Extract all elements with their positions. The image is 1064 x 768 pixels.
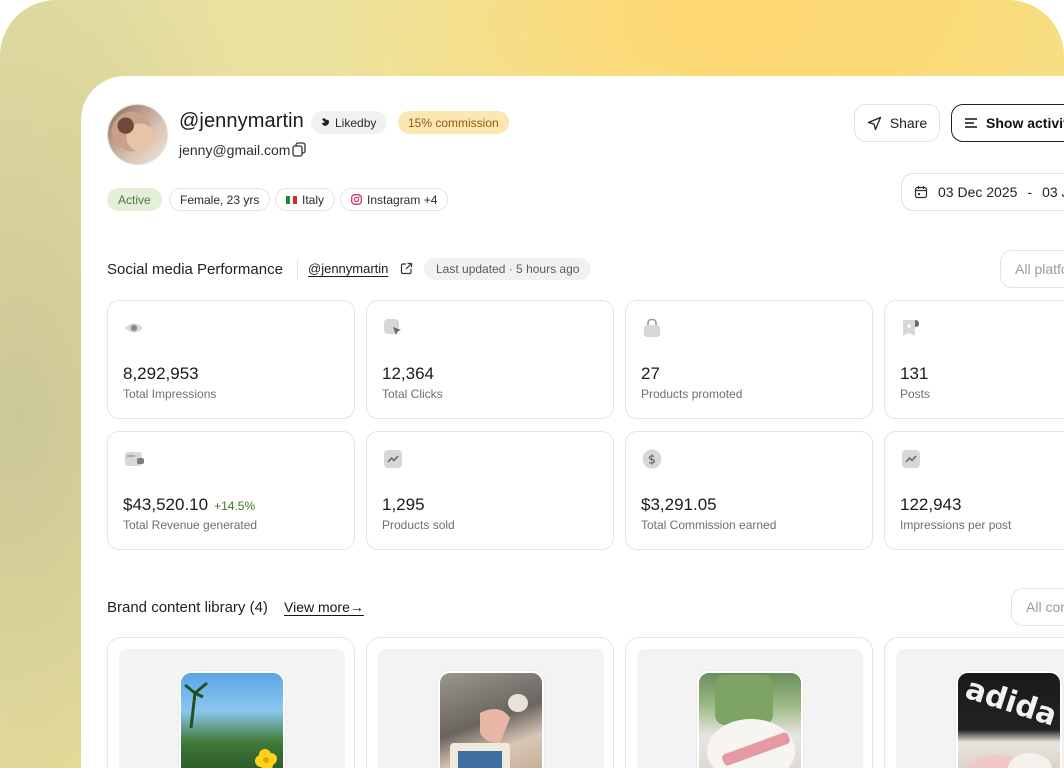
social-handle-link[interactable]: @jennymartin xyxy=(308,261,388,276)
send-icon xyxy=(867,116,881,130)
wallet-icon xyxy=(125,452,144,466)
profile-username: @jennymartin xyxy=(179,110,304,132)
content-card-preview xyxy=(637,649,863,768)
content-filter-select[interactable]: All con xyxy=(1011,588,1064,626)
revenue-value: $43,520.10 xyxy=(123,495,209,514)
date-range-picker[interactable]: 03 Dec 2025 - 03 J xyxy=(901,173,1064,211)
revenue-delta: +14.5% xyxy=(214,499,256,513)
metric-value: $43,520.10 +14.5% xyxy=(123,495,255,515)
metric-value: 27 xyxy=(641,364,660,383)
app-background: @jennymartin Likedby 15% commission jenn… xyxy=(0,0,1064,768)
content-card-preview xyxy=(119,649,345,768)
social-performance-title: Social media Performance xyxy=(107,261,283,278)
platform-filter-placeholder: All platfo xyxy=(1015,261,1064,277)
content-card-preview: adida xyxy=(896,649,1064,768)
metric-value: 12,364 xyxy=(382,364,434,383)
metric-value: $3,291.05 xyxy=(641,495,717,514)
platforms-chip-label: Instagram +4 xyxy=(367,192,438,207)
title-divider xyxy=(297,259,298,279)
demographic-chip: Female, 23 yrs xyxy=(169,188,271,211)
commission-badge-label: 15% commission xyxy=(408,115,499,130)
profile-email: jenny@gmail.com xyxy=(179,142,291,158)
status-chip: Active xyxy=(107,188,162,211)
status-chip-label: Active xyxy=(118,192,151,207)
matcha-drink-icon xyxy=(707,675,795,768)
eye-icon xyxy=(125,323,143,333)
metric-label: Total Commission earned xyxy=(641,518,777,532)
content-card[interactable] xyxy=(107,637,355,768)
svg-text:adida: adida xyxy=(961,673,1061,734)
content-card[interactable] xyxy=(625,637,873,768)
share-button[interactable]: Share xyxy=(854,104,940,142)
metric-value: 8,292,953 xyxy=(123,364,199,383)
content-thumbnail xyxy=(697,671,803,768)
content-card[interactable]: adida xyxy=(884,637,1064,768)
metric-value: 122,943 xyxy=(900,495,962,514)
platforms-chip: Instagram +4 xyxy=(340,188,449,211)
instagram-icon xyxy=(351,194,362,205)
content-card[interactable] xyxy=(366,637,614,768)
sneaker-box-icon: adida xyxy=(961,673,1061,768)
content-thumbnail xyxy=(438,671,544,768)
likedby-logo-icon xyxy=(322,118,329,126)
metric-value: 131 xyxy=(900,364,929,383)
brand-library-title: Brand content library (4) xyxy=(107,599,268,616)
external-link-icon[interactable] xyxy=(400,262,413,275)
view-more-link[interactable]: View more→ xyxy=(284,599,364,615)
show-activity-button[interactable]: Show activity xyxy=(951,104,1064,142)
post-add-icon xyxy=(903,320,919,336)
svg-text:$: $ xyxy=(648,453,656,467)
date-end: 03 J xyxy=(1042,184,1064,200)
metric-label: Products promoted xyxy=(641,387,743,401)
list-icon xyxy=(965,118,977,128)
platform-badge-label: Likedby xyxy=(335,115,377,130)
metric-card-commission: $ $3,291.05 Total Commission earned xyxy=(625,431,873,550)
content-filter-placeholder: All con xyxy=(1026,599,1064,615)
cursor-click-icon xyxy=(384,319,401,335)
metric-card-clicks: 12,364 Total Clicks xyxy=(366,300,614,419)
share-button-label: Share xyxy=(889,115,928,131)
metric-card-posts: 131 Posts xyxy=(884,300,1064,419)
country-chip-label: Italy xyxy=(302,192,325,207)
metric-value: 1,295 xyxy=(382,495,425,514)
show-activity-label: Show activity xyxy=(986,115,1064,131)
metric-card-products-promoted: 27 Products promoted xyxy=(625,300,873,419)
platform-filter-select[interactable]: All platfo xyxy=(1000,250,1064,288)
metric-card-products-sold: 1,295 Products sold xyxy=(366,431,614,550)
metric-label: Products sold xyxy=(382,518,455,532)
trend-icon xyxy=(902,450,920,468)
camera-photo-icon xyxy=(450,694,528,768)
last-updated-badge: Last updated · 5 hours ago xyxy=(424,258,592,280)
commission-badge: 15% commission xyxy=(398,111,509,134)
date-separator: - xyxy=(1027,184,1033,200)
metric-label: Total Impressions xyxy=(123,387,217,401)
metric-card-revenue: $43,520.10 +14.5% Total Revenue generated xyxy=(107,431,355,550)
trend-icon xyxy=(384,450,402,468)
shopping-bag-icon xyxy=(644,318,660,337)
metric-label: Total Clicks xyxy=(382,387,443,401)
calendar-icon xyxy=(914,186,928,199)
last-updated-text: Last updated · 5 hours ago xyxy=(436,262,580,276)
metric-label: Impressions per post xyxy=(900,518,1012,532)
metric-card-impressions-per-post: 122,943 Impressions per post xyxy=(884,431,1064,550)
dollar-coin-icon: $ xyxy=(642,449,662,469)
flower-icon xyxy=(184,681,277,768)
metric-label: Posts xyxy=(900,387,931,401)
avatar xyxy=(107,104,168,165)
date-start: 03 Dec 2025 xyxy=(938,184,1018,200)
platform-badge: Likedby xyxy=(311,111,388,134)
country-chip: Italy xyxy=(275,188,336,211)
metric-label: Total Revenue generated xyxy=(123,518,258,532)
content-card-preview xyxy=(378,649,604,768)
content-thumbnail: adida xyxy=(956,671,1062,768)
demographic-chip-label: Female, 23 yrs xyxy=(180,192,260,207)
italy-flag-icon xyxy=(286,195,298,204)
copy-icon[interactable] xyxy=(292,142,306,157)
content-thumbnail xyxy=(179,671,285,768)
metric-card-impressions: 8,292,953 Total Impressions xyxy=(107,300,355,419)
